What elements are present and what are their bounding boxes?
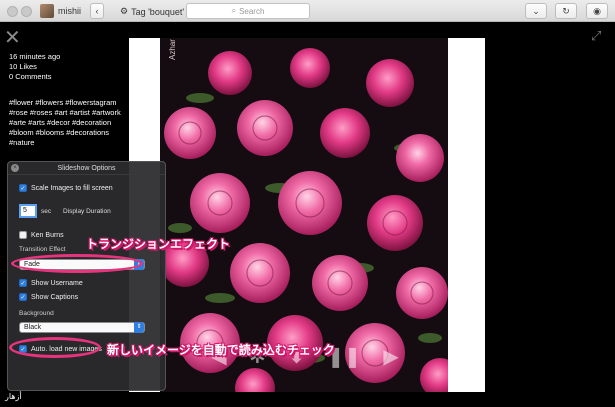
ken-burns-label: Ken Burns: [31, 231, 64, 239]
ken-burns-checkbox[interactable]: [19, 231, 27, 239]
background-label: Background: [19, 310, 54, 317]
user-chip[interactable]: mishii: [40, 3, 81, 19]
refresh-button[interactable]: ↻: [555, 3, 577, 19]
post-time: 16 minutes ago: [9, 52, 61, 61]
photo-roses: [160, 38, 448, 392]
background-value: Black: [24, 324, 42, 331]
post-author[interactable]: أزهار: [5, 392, 22, 401]
next-icon[interactable]: ▶: [383, 344, 398, 369]
duration-unit: sec: [41, 208, 52, 215]
show-captions-checkbox[interactable]: ✓: [19, 293, 27, 301]
avatar: [40, 4, 54, 18]
roses-image: [160, 38, 448, 392]
close-icon[interactable]: ×: [11, 164, 19, 172]
annotation-oval-transition: [11, 254, 143, 273]
photo-watermark: Azhar: [168, 39, 177, 60]
show-captions-label: Show Captions: [31, 293, 79, 301]
duration-field[interactable]: 5: [19, 204, 37, 218]
title-bar: mishii ‹ ⚙ Tag 'bouquet' ⌕ Search ⌄ ↻ ◉: [0, 0, 615, 22]
chevron-updown-icon: ⇕: [134, 322, 144, 333]
close-icon[interactable]: ✕: [4, 28, 21, 48]
scale-images-checkbox[interactable]: ✓: [19, 184, 27, 192]
transition-label: Transition Effect: [19, 246, 66, 253]
search-placeholder: Search: [239, 6, 265, 16]
ken-burns-option[interactable]: Ken Burns: [19, 231, 64, 239]
close-window-button[interactable]: [7, 6, 18, 17]
show-username-option[interactable]: ✓ Show Username: [19, 279, 83, 287]
share-button[interactable]: ◉: [586, 3, 608, 19]
post-meta: 16 minutes ago 10 Likes 0 Comments: [9, 52, 60, 82]
post-comments[interactable]: 0 Comments: [9, 72, 60, 82]
scale-images-option[interactable]: ✓ Scale Images to fill screen: [19, 184, 113, 192]
post-hashtags: #flower #flowers #flowerstagram #rose #r…: [9, 98, 121, 147]
panel-title: Slideshow Options: [8, 162, 165, 175]
download-button[interactable]: ⌄: [525, 3, 547, 19]
annotation-transition: トランジションエフェクト: [86, 237, 231, 251]
app-icon: ◉: [593, 5, 601, 16]
show-captions-option[interactable]: ✓ Show Captions: [19, 293, 78, 301]
duration-label: Display Duration: [63, 208, 111, 215]
expand-icon[interactable]: ⤢: [591, 28, 601, 44]
search-input[interactable]: ⌕ Search: [186, 3, 310, 19]
search-icon: ⌕: [231, 6, 237, 15]
double-chevron-down-icon: ⌄: [532, 5, 540, 16]
annotation-autoload: 新しいイメージを自動で読み込むチェック: [107, 343, 335, 357]
gear-icon: ⚙: [120, 6, 129, 16]
back-button[interactable]: ‹: [90, 3, 104, 19]
username-label: mishii: [58, 6, 82, 16]
post-likes[interactable]: 10 Likes: [9, 62, 60, 72]
tag-title: ⚙ Tag 'bouquet': [120, 6, 184, 17]
scale-images-label: Scale Images to fill screen: [31, 184, 113, 192]
show-username-label: Show Username: [31, 279, 83, 287]
refresh-icon: ↻: [562, 5, 570, 16]
tag-title-label: Tag 'bouquet': [131, 6, 185, 17]
app-window: mishii ‹ ⚙ Tag 'bouquet' ⌕ Search ⌄ ↻ ◉ …: [0, 0, 615, 407]
chevron-left-icon: ‹: [95, 6, 99, 16]
minimize-window-button[interactable]: [21, 6, 32, 17]
show-username-checkbox[interactable]: ✓: [19, 279, 27, 287]
annotation-oval-autoload: [9, 337, 101, 358]
background-select[interactable]: Black ⇕: [19, 322, 145, 333]
